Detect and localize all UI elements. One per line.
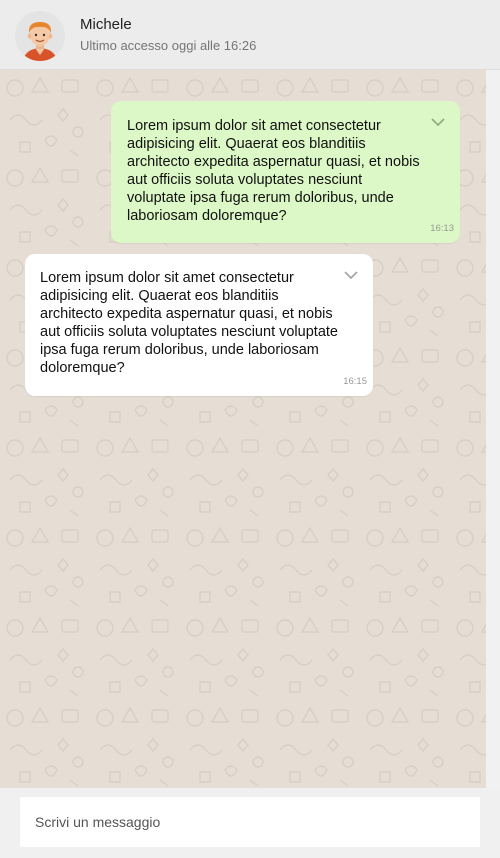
chat-header: Michele Ultimo accesso oggi alle 16:26 xyxy=(0,0,500,70)
last-seen-status: Ultimo accesso oggi alle 16:26 xyxy=(80,38,257,53)
message-composer xyxy=(0,788,500,858)
message-time: 16:15 xyxy=(343,376,367,387)
chat-scrollbar[interactable] xyxy=(486,70,500,788)
message-time: 16:13 xyxy=(430,223,454,234)
message-input[interactable] xyxy=(20,797,480,847)
message-bubble-received[interactable]: Lorem ipsum dolor sit amet consectetur a… xyxy=(25,254,373,396)
contact-name: Michele xyxy=(80,16,132,33)
message-text: Lorem ipsum dolor sit amet consectetur a… xyxy=(40,270,338,376)
chevron-down-icon[interactable] xyxy=(430,117,446,127)
message-bubble-sent[interactable]: Lorem ipsum dolor sit amet consectetur a… xyxy=(111,101,460,243)
chevron-down-icon[interactable] xyxy=(343,270,359,280)
user-avatar-icon[interactable] xyxy=(15,11,65,61)
message-text: Lorem ipsum dolor sit amet consectetur a… xyxy=(127,118,420,224)
